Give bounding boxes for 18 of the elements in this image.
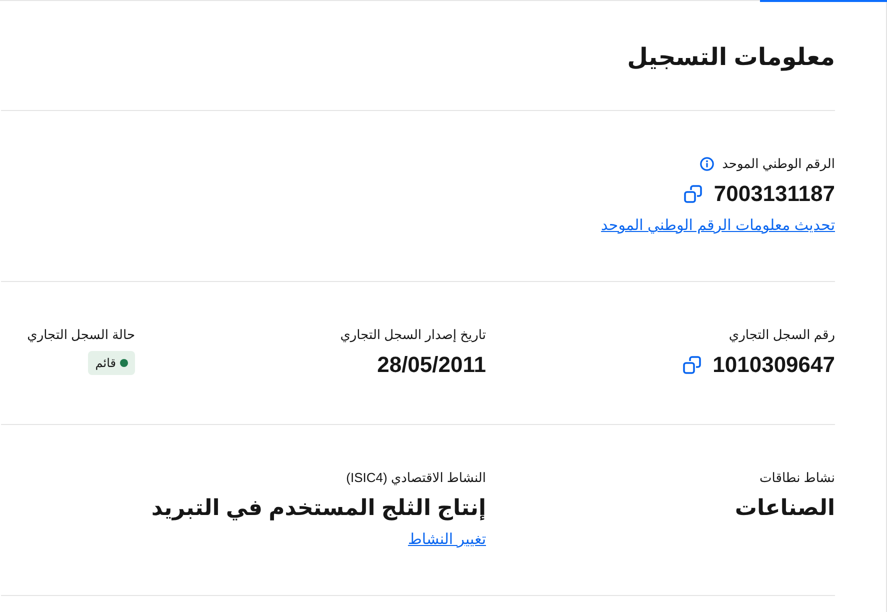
section-title: معلومات التسجيل bbox=[627, 43, 835, 73]
field-label: رقم السجل التجاري bbox=[728, 326, 835, 344]
field-value: إنتاج الثلج المستخدم في التبريد bbox=[151, 494, 486, 522]
field-label: نشاط نطاقات bbox=[760, 469, 835, 487]
text-link[interactable]: تحديث معلومات الرقم الوطني الموحد bbox=[601, 212, 835, 240]
field-label: حالة السجل التجاري bbox=[27, 326, 135, 344]
field-label: تاريخ إصدار السجل التجاري bbox=[340, 326, 486, 344]
status-label: قائم bbox=[95, 355, 116, 372]
field-value: 28/05/2011 bbox=[377, 351, 486, 379]
field-value: 1010309647 bbox=[712, 351, 835, 379]
field-label: النشاط الاقتصادي (ISIC4) bbox=[346, 469, 486, 488]
field-value: 7003131187 bbox=[714, 180, 835, 208]
field-label: الرقم الوطني الموحد bbox=[722, 155, 835, 174]
copy-icon[interactable] bbox=[682, 356, 701, 374]
info-icon[interactable] bbox=[700, 157, 714, 171]
copy-icon[interactable] bbox=[684, 185, 702, 203]
field-value: الصناعات bbox=[734, 494, 835, 522]
text-link[interactable]: تغيير النشاط bbox=[408, 526, 486, 554]
